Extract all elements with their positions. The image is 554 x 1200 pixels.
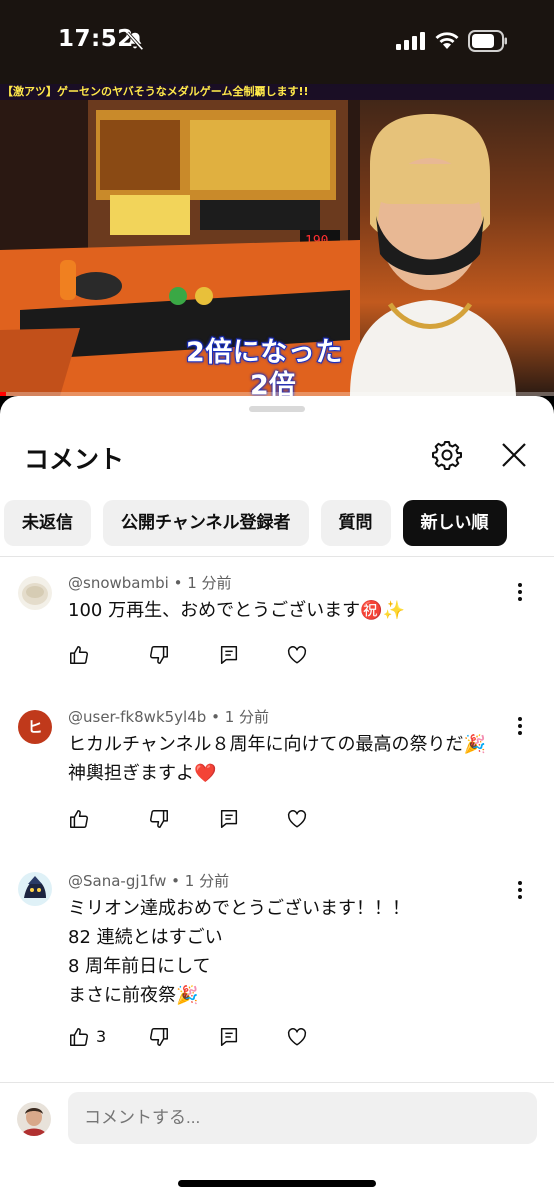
status-bar: 17:52 xyxy=(0,0,554,84)
comment-author[interactable]: @Sana-gj1fw xyxy=(68,872,166,890)
home-indicator xyxy=(178,1180,376,1187)
like-count: 3 xyxy=(96,1027,107,1046)
comment-text: 100 万再生、おめでとうございます㊗️✨ xyxy=(68,596,405,625)
wifi-icon xyxy=(435,32,459,49)
bell-muted-icon xyxy=(126,31,144,51)
thumbs-up-icon xyxy=(70,646,88,664)
heart-icon xyxy=(287,1028,307,1046)
chip-newest[interactable]: 新しい順 xyxy=(402,500,507,546)
meta-separator: • xyxy=(211,708,220,726)
composer-divider xyxy=(0,1082,554,1083)
comment-text: ヒカルチャンネル８周年に向けての最高の祭りだ🎉 神輿担ぎますよ❤️ xyxy=(68,730,486,788)
battery-icon xyxy=(468,30,507,52)
avatar[interactable] xyxy=(18,576,52,610)
thumbs-down-icon xyxy=(150,810,168,828)
thumbs-up-icon xyxy=(70,810,88,828)
comment-line: ヒカルチャンネル８周年に向けての最高の祭りだ🎉 xyxy=(68,734,486,755)
settings-gear-icon[interactable] xyxy=(430,438,464,472)
chip-unreplied[interactable]: 未返信 xyxy=(4,500,91,546)
sheet-title: コメント xyxy=(24,445,125,474)
thumbs-up-icon xyxy=(70,1028,88,1046)
more-vert-icon[interactable] xyxy=(508,876,532,904)
thumbs-down-icon xyxy=(150,1028,168,1046)
reply-button[interactable] xyxy=(218,1026,240,1050)
meta-separator: • xyxy=(171,872,180,890)
comment-line: 神輿担ぎますよ❤️ xyxy=(68,763,217,784)
like-button[interactable] xyxy=(68,644,90,668)
comment-meta: @user-fk8wk5yl4b • 1 分前 xyxy=(68,706,269,727)
chip-questions[interactable]: 質問 xyxy=(320,500,391,546)
video-progress-fill xyxy=(0,392,6,396)
comment-meta: @snowbambi • 1 分前 xyxy=(68,572,232,593)
comment-line: 8 周年前日にして xyxy=(68,956,211,977)
comment-time: 1 分前 xyxy=(187,574,232,592)
heart-icon xyxy=(287,646,307,664)
chip-public-subscribers[interactable]: 公開チャンネル登録者 xyxy=(103,500,309,546)
avatar-letter: ヒ xyxy=(27,718,43,736)
reply-comment-icon xyxy=(220,810,238,828)
status-time: 17:52 xyxy=(58,26,134,52)
video-player[interactable]: 【激アツ】ゲーセンのヤバそうなメダルゲーム全制覇します!! 99 190 2倍に… xyxy=(0,84,554,396)
comment-line: まさに前夜祭🎉 xyxy=(68,985,199,1006)
cellular-signal-icon xyxy=(396,32,425,50)
thumbs-down-icon xyxy=(150,646,168,664)
video-frame-person xyxy=(350,114,516,396)
comment-text: ミリオン達成おめでとうございます！！！ 82 連続とはすごい 8 周年前日にして… xyxy=(68,894,410,1010)
avatar[interactable]: ヒ xyxy=(18,710,52,744)
avatar[interactable] xyxy=(18,872,52,906)
comment-input[interactable] xyxy=(68,1092,537,1144)
reply-button[interactable] xyxy=(218,808,240,832)
heart-icon xyxy=(287,810,307,828)
more-vert-icon[interactable] xyxy=(508,578,532,606)
like-button[interactable] xyxy=(68,808,90,832)
heart-button[interactable] xyxy=(286,1026,308,1050)
filter-chips: 未返信 公開チャンネル登録者 質問 新しい順 xyxy=(4,500,507,546)
comment-time: 1 分前 xyxy=(224,708,270,726)
comment-time: 1 分前 xyxy=(184,872,230,890)
comment-line: 82 連続とはすごい xyxy=(68,927,223,948)
dislike-button[interactable] xyxy=(148,1026,170,1050)
video-title-overlay: 【激アツ】ゲーセンのヤバそうなメダルゲーム全制覇します!! xyxy=(0,84,554,100)
reply-comment-icon xyxy=(220,646,238,664)
comment-author[interactable]: @user-fk8wk5yl4b xyxy=(68,708,206,726)
more-vert-icon[interactable] xyxy=(508,712,532,740)
comments-sheet: コメント 未返信 公開チャンネル登録者 質問 新しい順 @snowbambi •… xyxy=(0,396,554,1200)
sheet-drag-handle[interactable] xyxy=(249,406,305,412)
comment-author[interactable]: @snowbambi xyxy=(68,574,169,592)
dislike-button[interactable] xyxy=(148,808,170,832)
close-icon[interactable] xyxy=(497,438,531,472)
heart-button[interactable] xyxy=(286,644,308,668)
comment-line: ミリオン達成おめでとうございます！！！ xyxy=(68,898,410,919)
reply-comment-icon xyxy=(220,1028,238,1046)
comment-meta: @Sana-gj1fw • 1 分前 xyxy=(68,870,229,891)
dislike-button[interactable] xyxy=(148,644,170,668)
comment-line: 100 万再生、おめでとうございます㊗️✨ xyxy=(68,600,405,621)
meta-separator: • xyxy=(173,574,183,592)
heart-button[interactable] xyxy=(286,808,308,832)
reply-button[interactable] xyxy=(218,644,240,668)
avatar xyxy=(17,1102,51,1136)
chips-divider xyxy=(0,556,554,557)
like-button[interactable]: 3 xyxy=(68,1026,106,1050)
